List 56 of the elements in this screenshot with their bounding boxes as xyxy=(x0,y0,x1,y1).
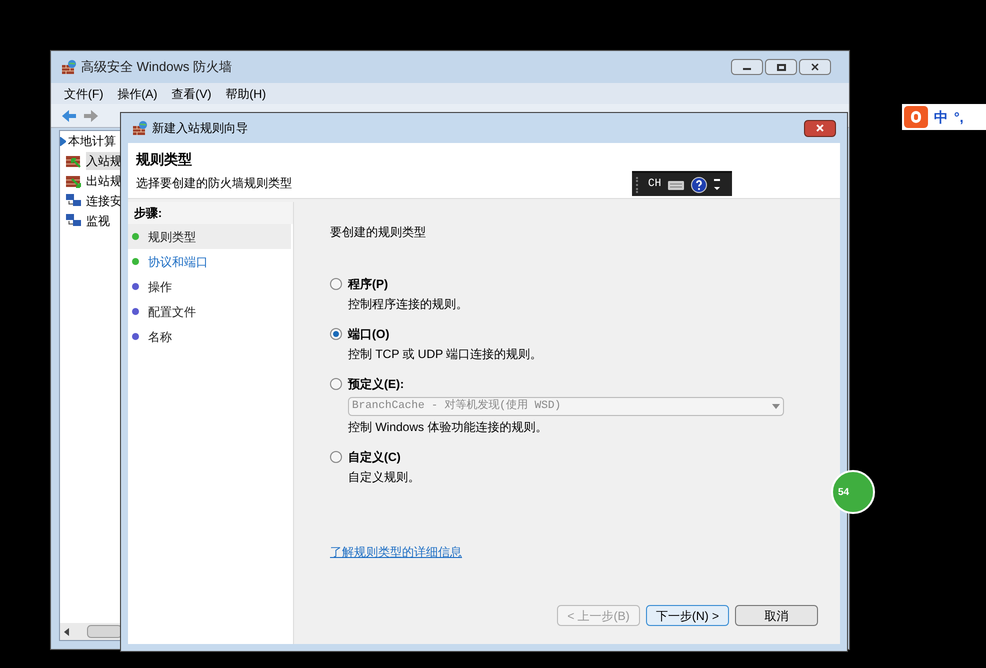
scroll-left-icon[interactable] xyxy=(64,628,69,636)
page-subtitle: 选择要创建的防火墙规则类型 xyxy=(136,175,292,192)
horizontal-scrollbar[interactable] xyxy=(60,623,122,640)
option-label[interactable]: 程序(P) xyxy=(348,275,388,293)
keyboard-icon[interactable] xyxy=(667,178,686,190)
tree-item[interactable]: 本地计算 xyxy=(68,132,116,150)
close-icon xyxy=(816,124,824,132)
help-link[interactable]: 了解规则类型的详细信息 xyxy=(330,542,462,560)
radio-button[interactable] xyxy=(330,451,342,463)
step-item[interactable]: 协议和端口 xyxy=(128,249,291,274)
caret-icon xyxy=(772,404,780,409)
menu-item[interactable]: 查看(V) xyxy=(166,84,216,102)
back-arrow-icon[interactable] xyxy=(61,108,77,122)
option-description: 控制程序连接的规则。 xyxy=(348,296,469,313)
minimize-button[interactable] xyxy=(731,59,763,75)
language-indicator[interactable]: CH xyxy=(648,176,662,193)
wizard-button[interactable]: 取消 xyxy=(735,605,818,626)
ime-item[interactable]: °, xyxy=(954,106,964,128)
expand-arrow-icon[interactable] xyxy=(60,136,66,146)
radio-button[interactable] xyxy=(330,278,342,290)
wizard-button[interactable]: 下一步(N) > xyxy=(646,605,729,626)
options-icon[interactable] xyxy=(713,178,722,192)
menu-item[interactable]: 帮助(H) xyxy=(220,84,271,102)
tree-item[interactable]: 监视 xyxy=(86,212,110,230)
ime-bar[interactable]: 中 °, xyxy=(902,104,986,130)
firewall-icon xyxy=(61,59,77,75)
menu-item[interactable]: 操作(A) xyxy=(112,84,162,102)
computers-icon xyxy=(66,194,82,208)
ime-item[interactable]: 中 xyxy=(934,106,948,128)
computers-icon xyxy=(66,214,82,228)
option-description: 自定义规则。 xyxy=(348,469,421,486)
option-description: 控制 TCP 或 UDP 端口连接的规则。 xyxy=(348,346,544,363)
help-icon[interactable] xyxy=(691,176,708,192)
option-label[interactable]: 预定义(E): xyxy=(348,375,404,393)
language-bar[interactable]: CH xyxy=(632,171,732,196)
firewall-icon xyxy=(132,120,148,136)
radio-button[interactable] xyxy=(330,378,342,390)
close-button[interactable] xyxy=(799,59,831,75)
step-item: 名称 xyxy=(128,324,291,349)
prompt-text: 要创建的规则类型 xyxy=(330,224,427,241)
page-heading: 规则类型 xyxy=(136,150,193,169)
option-label[interactable]: 端口(O) xyxy=(348,325,390,343)
radio-button[interactable] xyxy=(330,328,342,340)
steps-heading: 步骤: xyxy=(128,202,293,224)
step-item: 配置文件 xyxy=(128,299,291,324)
window-title: 高级安全 Windows 防火墙 xyxy=(81,58,232,76)
close-button[interactable] xyxy=(804,120,836,136)
step-item: 规则类型 xyxy=(128,224,291,249)
maximize-button[interactable] xyxy=(765,59,797,75)
close-icon xyxy=(811,63,819,71)
dialog-title: 新建入站规则向导 xyxy=(152,120,248,137)
step-item: 操作 xyxy=(128,274,291,299)
menu-item[interactable]: 文件(F) xyxy=(59,84,108,102)
option-description: 控制 Windows 体验功能连接的规则。 xyxy=(348,419,548,436)
counter-badge: 54 xyxy=(831,470,875,514)
option-label[interactable]: 自定义(C) xyxy=(348,448,401,466)
